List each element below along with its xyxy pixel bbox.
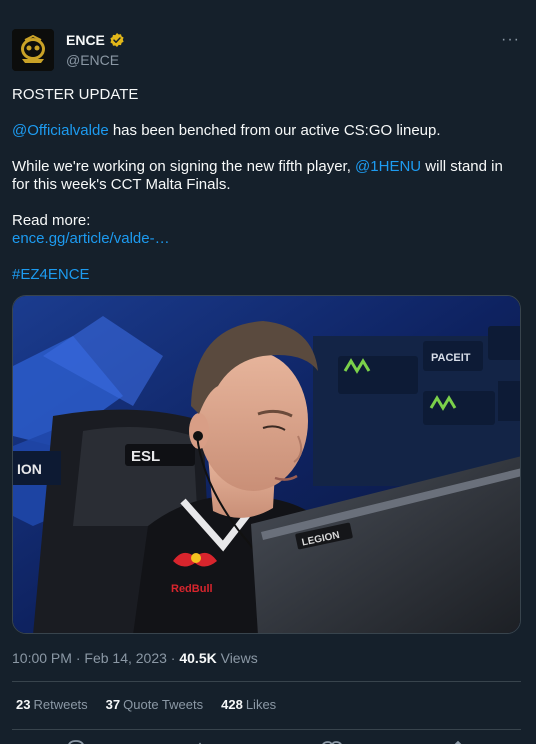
separator-dot: · <box>75 650 81 666</box>
tweet-photo[interactable]: PACEIT ESL ION RedBull LEGION <box>12 295 521 634</box>
tweet-timestamp: 10:00 PM · Feb 14, 2023 · 40.5K Views <box>12 650 258 666</box>
tweet-header: ENCE @ENCE ··· <box>12 29 524 71</box>
tweet-line-3-post: will stand in <box>421 158 503 175</box>
retweets-stat[interactable]: 23 Retweets <box>16 697 88 712</box>
handle[interactable]: @ENCE <box>66 52 119 68</box>
quote-tweets-label: Quote Tweets <box>123 697 204 712</box>
divider-top <box>12 681 521 682</box>
banner-text-1: ION <box>17 461 42 477</box>
mention-1henu[interactable]: @1HENU <box>355 158 421 175</box>
views-label: Views <box>220 650 258 666</box>
hashtag-ez4ence[interactable]: #EZ4ENCE <box>12 266 524 284</box>
quote-tweets-stat[interactable]: 37 Quote Tweets <box>106 697 203 712</box>
tweet-line-5: Read more: <box>12 212 91 229</box>
likes-count: 428 <box>221 697 243 712</box>
action-bar <box>0 736 536 744</box>
avatar[interactable] <box>12 29 54 71</box>
tweet-line-4: for this week's CCT Malta Finals. <box>12 176 231 193</box>
banner-text-2: PACEIT <box>431 352 471 364</box>
separator-dot-2: · <box>170 650 176 666</box>
tweet-date[interactable]: Feb 14, 2023 <box>84 650 167 666</box>
more-horizontal-icon[interactable]: ··· <box>501 31 520 49</box>
tweet-text: ROSTER UPDATE @Officialvalde has been be… <box>12 86 524 284</box>
mention-officialvalde[interactable]: @Officialvalde <box>12 122 109 139</box>
tweet-time[interactable]: 10:00 PM <box>12 650 72 666</box>
tweet-line-2: @Officialvalde has been benched from our… <box>12 122 524 140</box>
quote-tweets-count: 37 <box>105 697 121 712</box>
divider-bottom <box>12 729 521 730</box>
verified-badge-icon <box>110 33 124 47</box>
chair-sponsor-text: ESL <box>131 448 160 465</box>
display-name[interactable]: ENCE <box>66 32 105 48</box>
article-link[interactable]: ence.gg/article/valde-… <box>12 230 524 248</box>
tweet-line-1: ROSTER UPDATE <box>12 86 139 103</box>
likes-stat[interactable]: 428 Likes <box>221 697 276 712</box>
name-row: ENCE <box>66 32 125 48</box>
likes-label: Likes <box>245 697 277 712</box>
engagement-stats: 23 Retweets 37 Quote Tweets 428 Likes <box>16 697 276 712</box>
player-photo: PACEIT ESL ION RedBull LEGION <box>13 296 520 633</box>
views-count: 40.5K <box>179 650 217 666</box>
retweets-label: Retweets <box>33 697 88 712</box>
tweet-line-3-pre: While we're working on signing the new f… <box>12 158 356 175</box>
tweet-line-2-text: has been benched from our active CS:GO l… <box>108 122 441 139</box>
jersey-sponsor-text: RedBull <box>171 583 213 595</box>
retweets-count: 23 <box>16 697 31 712</box>
ence-logo-icon <box>12 29 54 71</box>
tweet-line-3: While we're working on signing the new f… <box>12 158 524 176</box>
